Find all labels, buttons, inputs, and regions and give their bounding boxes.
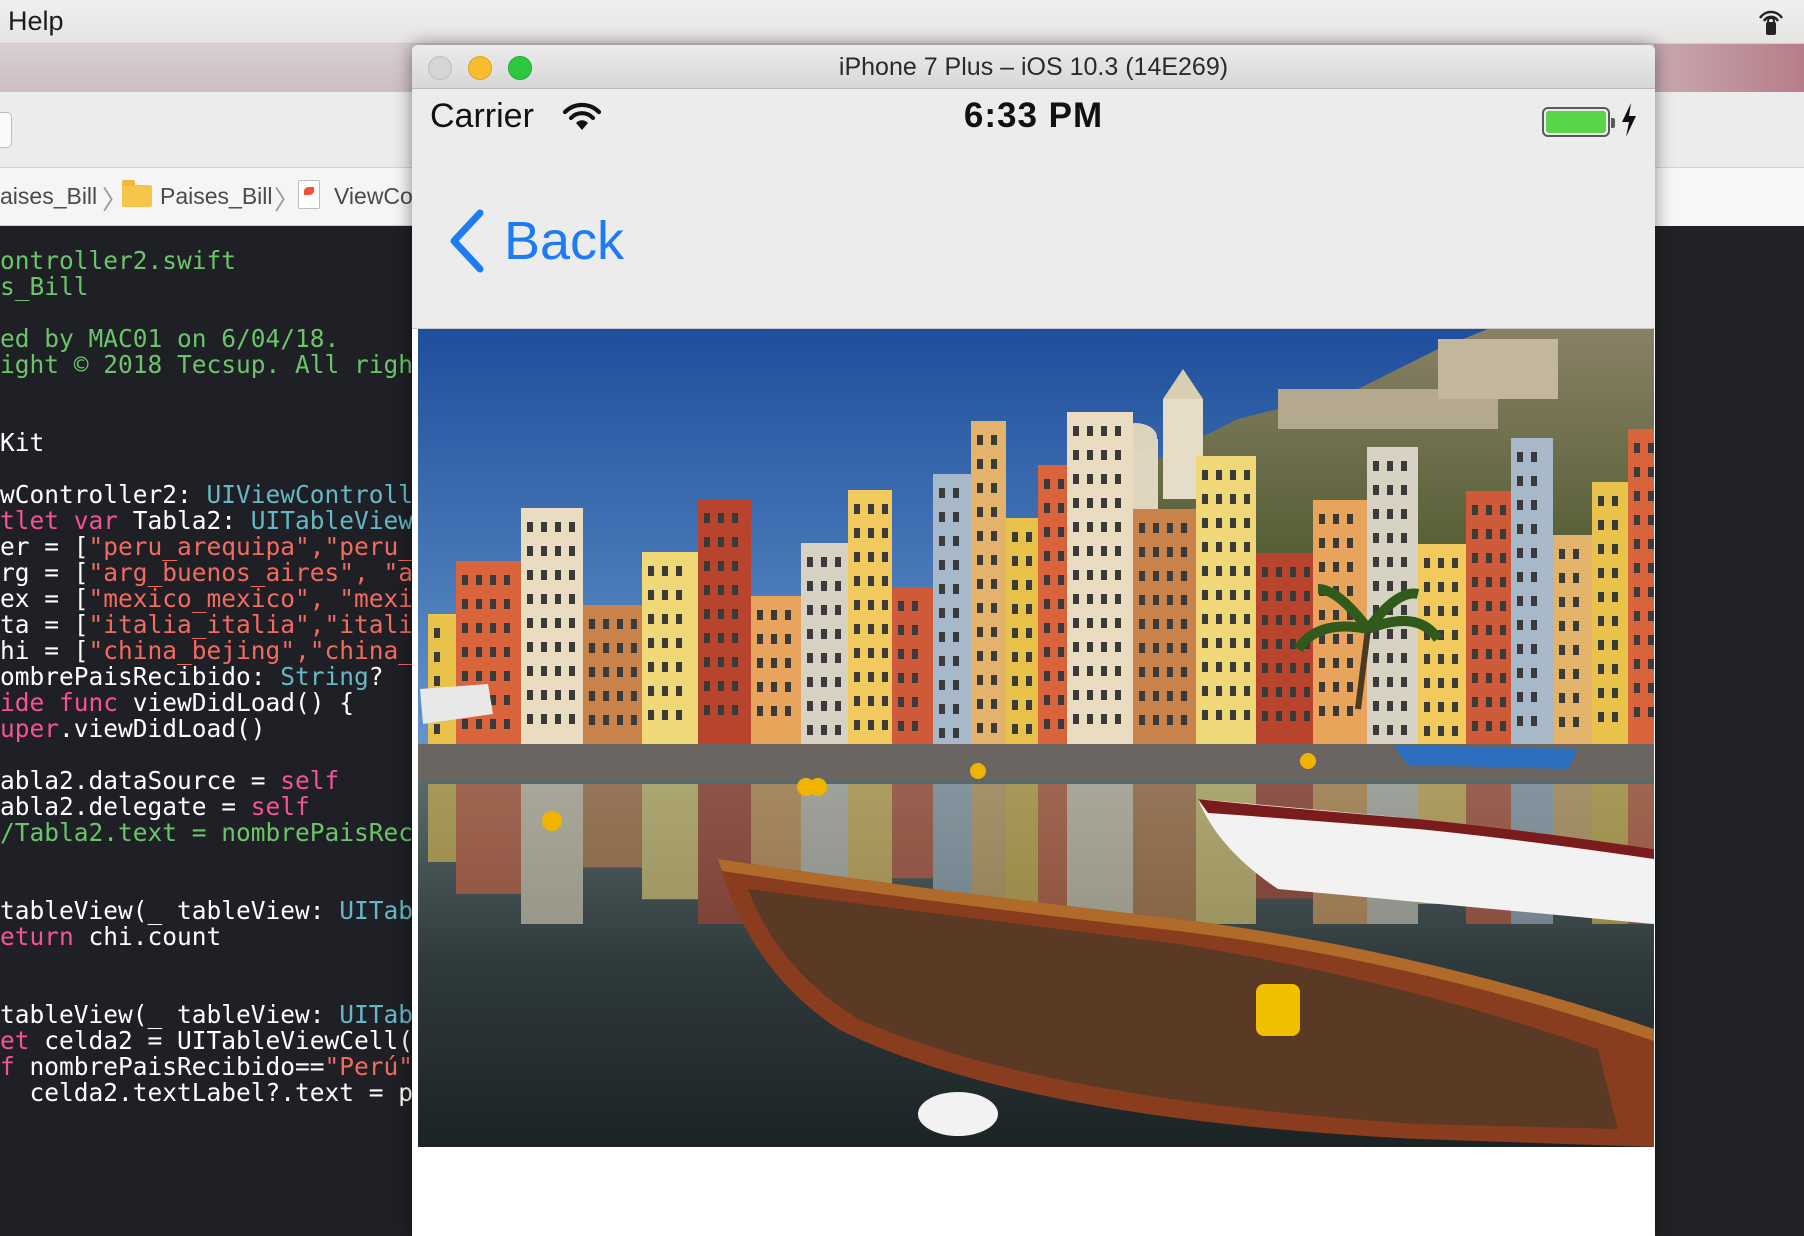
code-editor-right bbox=[1655, 226, 1804, 1236]
content-area bbox=[412, 1147, 1655, 1236]
code-token: uper bbox=[0, 714, 60, 743]
code-token: hi = [ bbox=[0, 636, 89, 665]
code-token: nombrePaisRecibido== bbox=[29, 1052, 325, 1081]
code-token: ide func bbox=[0, 688, 133, 717]
code-token: abla2.delegate = bbox=[0, 792, 251, 821]
code-token: wController2: bbox=[0, 480, 207, 509]
back-button[interactable]: Back bbox=[448, 205, 624, 277]
toolbar-segment-button[interactable] bbox=[0, 112, 12, 148]
toolbar-blur bbox=[1654, 44, 1804, 92]
simulator-title: iPhone 7 Plus – iOS 10.3 (14E269) bbox=[838, 53, 1229, 81]
ios-status-bar: Carrier 6:33 PM bbox=[412, 89, 1655, 151]
code-token: self bbox=[250, 792, 310, 821]
back-label: Back bbox=[504, 211, 625, 271]
crumb-folder[interactable]: Paises_Bill bbox=[160, 183, 273, 210]
code-token: f bbox=[0, 1052, 30, 1081]
code-token: celda2 = UITableViewCell(s bbox=[44, 1026, 412, 1055]
code-token: ex = [ bbox=[0, 584, 89, 613]
code-token: ? bbox=[368, 662, 384, 691]
simulator-titlebar[interactable]: iPhone 7 Plus – iOS 10.3 (14E269) bbox=[412, 45, 1655, 89]
code-token: "arg_buenos_aires", "ar bbox=[88, 558, 412, 587]
code-token: "italia_italia","italia bbox=[88, 610, 412, 639]
crumb-file[interactable]: ViewCo bbox=[334, 183, 413, 210]
code-token: tableView(_ tableView: bbox=[0, 1000, 340, 1029]
code-token: rg = [ bbox=[0, 558, 89, 587]
code-token: UITableView! bbox=[250, 506, 412, 535]
swift-file-icon bbox=[298, 180, 320, 209]
ios-navigation-bar: Back bbox=[412, 151, 1655, 329]
status-time: 6:33 PM bbox=[963, 96, 1104, 135]
crumb-project[interactable]: aises_Bill bbox=[0, 183, 97, 210]
bolt-icon bbox=[1622, 103, 1636, 137]
simulator-window: iPhone 7 Plus – iOS 10.3 (14E269) Carrie… bbox=[412, 45, 1655, 1236]
code-token: et bbox=[0, 1026, 45, 1055]
code-line[interactable]: uper.viewDidLoad() bbox=[0, 714, 266, 744]
code-token: UIViewControlle bbox=[206, 480, 412, 509]
jumpbar-right bbox=[1655, 168, 1804, 226]
code-token: er = [ bbox=[0, 532, 89, 561]
code-token: UITabl bbox=[339, 896, 412, 925]
code-line[interactable]: Kit bbox=[0, 428, 44, 458]
code-token: ombrePaisRecibido: bbox=[0, 662, 281, 691]
chevron-right-icon: 〉 bbox=[274, 185, 301, 215]
code-token: "peru_arequipa","peru_p bbox=[88, 532, 412, 561]
code-token: "china_bejing","china_s bbox=[88, 636, 412, 665]
airdrop-icon[interactable] bbox=[1756, 6, 1786, 38]
code-token: eturn bbox=[0, 922, 89, 951]
menu-help[interactable]: Help bbox=[8, 6, 64, 37]
code-token: UITabl bbox=[339, 1000, 412, 1029]
code-token: Tabla2: bbox=[132, 506, 251, 535]
code-editor[interactable]: ontroller2.swift s_Bill ed by MAC01 on 6/0… bbox=[0, 226, 412, 1236]
code-line[interactable]: celda2.textLabel?.text = p bbox=[0, 1078, 413, 1108]
code-line[interactable]: eturn chi.count bbox=[0, 922, 221, 952]
code-token: abla2.dataSource = bbox=[0, 766, 281, 795]
macos-menubar: Help bbox=[0, 0, 1804, 44]
code-token: viewDidLoad() { bbox=[132, 688, 355, 717]
code-token: "Perú" bbox=[324, 1052, 412, 1081]
chevron-left-icon bbox=[450, 209, 484, 273]
code-token: "mexico_mexico", "mexic bbox=[88, 584, 412, 613]
code-token: ta = [ bbox=[0, 610, 89, 639]
code-line[interactable]: s_Bill bbox=[0, 272, 89, 302]
code-token: self bbox=[280, 766, 340, 795]
code-token: chi.count bbox=[88, 922, 222, 951]
code-line[interactable]: /Tabla2.text = nombrePaisReci bbox=[0, 818, 412, 848]
code-token: tableView(_ tableView: bbox=[0, 896, 340, 925]
code-token: .viewDidLoad() bbox=[59, 714, 266, 743]
code-token: String bbox=[280, 662, 369, 691]
code-line[interactable]: ight © 2018 Tecsup. All right bbox=[0, 350, 412, 380]
code-token: tlet var bbox=[0, 506, 133, 535]
harbor-photo bbox=[418, 329, 1654, 1147]
battery-icon bbox=[1542, 107, 1615, 137]
folder-icon bbox=[122, 180, 152, 207]
